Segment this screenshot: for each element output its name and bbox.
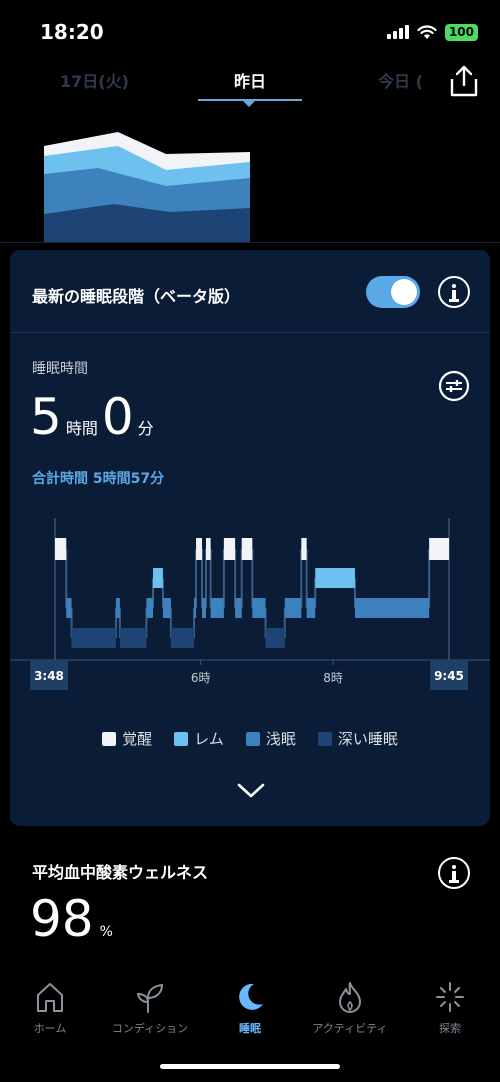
- nav-explore[interactable]: 探索: [400, 980, 500, 1036]
- sleep-stage-segment: [315, 568, 355, 588]
- sleep-stage-segment: [196, 538, 203, 560]
- x-tick-label: 8時: [323, 671, 343, 685]
- nav-sleep[interactable]: 睡眠: [200, 980, 300, 1036]
- sleep-stages-card: 最新の睡眠段階（ベータ版） 睡眠時間 5 時間 0 分 合計時間 5時間57分 …: [10, 250, 490, 826]
- sleep-stage-segment: [284, 598, 302, 618]
- date-tabs: 17日(火) 昨日 今日 (: [0, 68, 500, 108]
- sleep-time-label: 睡眠時間: [32, 361, 88, 377]
- sleep-hours: 5: [30, 388, 62, 446]
- bottom-nav: ホーム コンディション 睡眠 アクティビティ 探索: [0, 980, 500, 1040]
- start-time-badge: 3:48: [34, 669, 64, 683]
- spo2-title: 平均血中酸素ウェルネス: [32, 863, 209, 882]
- legend-item-light: 浅眠: [245, 728, 296, 749]
- section-divider: [0, 242, 500, 243]
- nav-label: 睡眠: [239, 1022, 261, 1035]
- legend-label: レム: [194, 730, 224, 748]
- sleep-stage-segment: [429, 538, 449, 560]
- card-title: 最新の睡眠段階（ベータ版）: [32, 287, 241, 306]
- nav-label: コンディション: [111, 1022, 189, 1035]
- sleep-stage-segment: [241, 538, 253, 560]
- total-time: 合計時間 5時間57分: [32, 471, 165, 487]
- sleep-stage-segment: [66, 598, 72, 618]
- status-icons: 100: [386, 22, 478, 42]
- filter-icon[interactable]: [438, 370, 470, 402]
- legend-swatch: [317, 731, 332, 746]
- toggle-knob: [391, 279, 417, 305]
- legend-label: 浅眠: [265, 730, 296, 748]
- sleep-stage-segment: [153, 568, 163, 588]
- legend-swatch: [174, 731, 189, 746]
- tab-current-date[interactable]: 昨日: [234, 68, 266, 92]
- x-tick-label: 6時: [191, 671, 211, 685]
- hours-unit: 時間: [65, 419, 98, 438]
- spo2-number: 98: [30, 890, 94, 948]
- sleep-stage-segment: [115, 598, 120, 618]
- nav-condition[interactable]: コンディション: [100, 980, 200, 1036]
- sleep-duration: 5 時間 0 分: [30, 388, 158, 446]
- signal-icon: [386, 25, 409, 39]
- sleep-stage-segment: [146, 598, 154, 618]
- sleep-stage-segment: [210, 598, 224, 618]
- sleep-stage-segment: [301, 538, 307, 560]
- home-indicator: [160, 1064, 340, 1069]
- sleep-minutes: 0: [101, 388, 134, 446]
- sleep-stage-segment: [354, 598, 430, 618]
- nav-label: 探索: [439, 1022, 461, 1035]
- sleep-stage-segment: [205, 538, 211, 560]
- tab-caret: [243, 101, 255, 107]
- minutes-unit: 分: [137, 419, 154, 438]
- tab-next-date[interactable]: 今日 (: [378, 68, 423, 92]
- legend-item-deep: 深い睡眠: [317, 728, 398, 749]
- sleep-stage-segment: [194, 598, 197, 618]
- legend-label: 深い睡眠: [337, 730, 398, 748]
- sleep-overview-mini-chart: [44, 132, 250, 242]
- nav-activity[interactable]: アクティビティ: [300, 980, 400, 1036]
- status-time: 18:20: [40, 20, 104, 44]
- spo2-value: 98 %: [30, 890, 113, 948]
- info-icon[interactable]: [438, 276, 470, 308]
- spo2-info-icon[interactable]: [438, 857, 470, 889]
- legend-swatch: [245, 731, 260, 746]
- sleep-stage-segment: [223, 538, 236, 560]
- sleep-stage-segment: [252, 598, 266, 618]
- share-icon[interactable]: [448, 64, 480, 98]
- legend-swatch: [102, 731, 117, 746]
- sleep-stage-segment: [170, 628, 195, 648]
- nav-label: ホーム: [33, 1022, 67, 1035]
- chart-legend: 覚醒 レム 浅眠 深い睡眠: [10, 728, 490, 749]
- legend-label: 覚醒: [122, 730, 153, 748]
- sleep-stage-segment: [265, 628, 285, 648]
- battery-indicator: 100: [444, 23, 478, 41]
- sleep-stage-segment: [235, 598, 242, 618]
- moon-icon: [239, 983, 263, 1010]
- sleep-stage-segment: [71, 628, 116, 648]
- home-icon: [37, 983, 63, 1012]
- card-divider: [10, 332, 490, 333]
- legend-item-awake: 覚醒: [102, 728, 152, 749]
- chevron-down-icon[interactable]: [236, 780, 266, 800]
- sprout-icon: [136, 983, 164, 1013]
- sleep-stages-toggle[interactable]: [366, 276, 420, 308]
- tab-prev-date[interactable]: 17日(火): [60, 68, 129, 92]
- hypnogram-chart: 6時 8時 3:48 9:45: [10, 518, 490, 690]
- wifi-icon: [417, 24, 437, 39]
- sleep-stage-segment: [119, 628, 147, 648]
- flame-icon: [339, 982, 361, 1013]
- sleep-stage-segment: [55, 538, 67, 560]
- nav-label: アクティビティ: [312, 1022, 388, 1035]
- sleep-stage-segment: [162, 598, 171, 618]
- legend-item-rem: レム: [174, 728, 224, 749]
- sleep-stage-segment: [202, 598, 206, 618]
- end-time-badge: 9:45: [434, 669, 464, 683]
- nav-home[interactable]: ホーム: [0, 980, 100, 1036]
- sleep-stage-segment: [306, 598, 316, 618]
- spo2-unit: %: [99, 924, 113, 940]
- sparkle-icon: [436, 982, 464, 1012]
